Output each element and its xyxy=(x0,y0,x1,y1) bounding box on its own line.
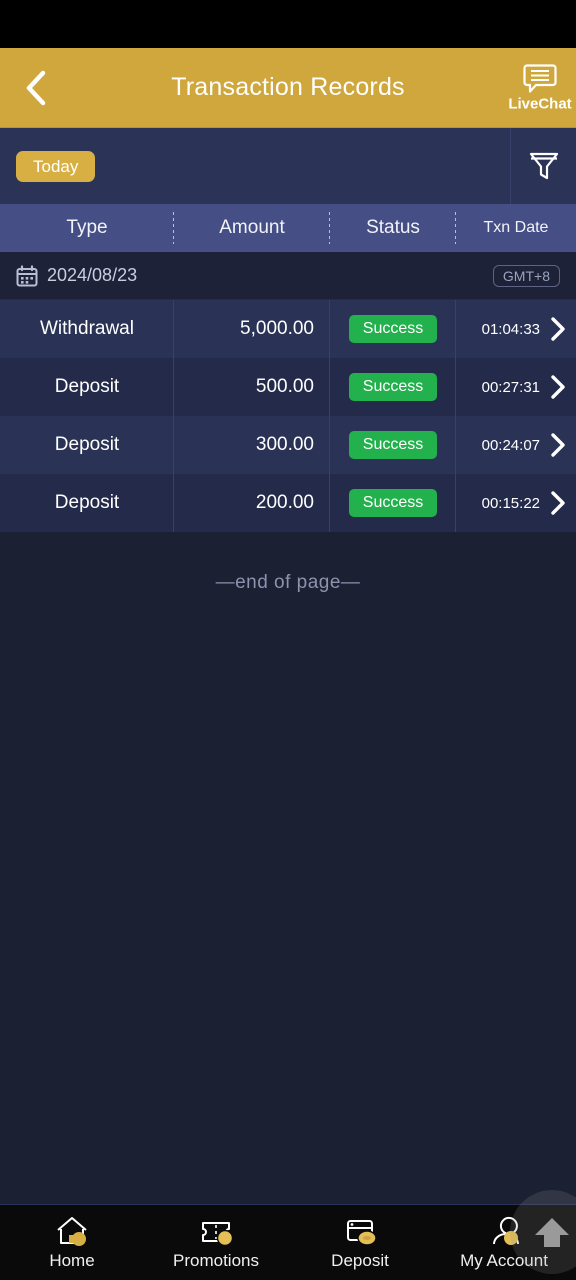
nav-label-promotions: Promotions xyxy=(173,1251,259,1270)
row-type: Withdrawal xyxy=(0,300,174,358)
date-group-label: 2024/08/23 xyxy=(47,265,138,285)
chevron-right-icon[interactable] xyxy=(550,374,566,400)
timezone-badge: GMT+8 xyxy=(492,264,560,287)
chevron-right-icon[interactable] xyxy=(550,432,566,458)
status-badge: Success xyxy=(348,315,438,343)
column-header-amount: Amount xyxy=(174,204,330,252)
date-group-header: 2024/08/23 GMT+8 xyxy=(0,252,576,300)
row-txn-date: 01:04:33 xyxy=(456,300,576,358)
status-bar xyxy=(0,0,576,48)
ticket-coin-icon xyxy=(196,1214,236,1248)
column-header-type-label: Type xyxy=(66,217,108,238)
arrow-up-icon xyxy=(535,1218,569,1247)
status-badge: Success xyxy=(348,489,438,517)
today-filter-chip[interactable]: Today xyxy=(16,150,96,182)
row-txn-date: 00:27:31 xyxy=(456,358,576,416)
row-type-label: Withdrawal xyxy=(40,318,134,339)
table-column-headers: Type Amount Status Txn Date xyxy=(0,204,576,252)
back-button[interactable] xyxy=(0,48,72,128)
table-row[interactable]: Deposit 500.00 Success 00:27:31 xyxy=(0,358,576,416)
row-type: Deposit xyxy=(0,358,174,416)
end-of-page-label: —end of page— xyxy=(215,572,361,593)
row-amount-label: 500.00 xyxy=(255,376,314,397)
row-type: Deposit xyxy=(0,474,174,532)
row-time-label: 01:04:33 xyxy=(481,320,540,338)
row-type-label: Deposit xyxy=(54,434,120,455)
filter-bar: Today xyxy=(0,128,576,204)
row-time-label: 00:27:31 xyxy=(481,378,540,396)
funnel-icon xyxy=(529,152,558,180)
home-icon xyxy=(52,1214,92,1248)
status-badge: Success xyxy=(348,431,438,459)
table-row[interactable]: Withdrawal 5,000.00 Success 01:04:33 xyxy=(0,300,576,358)
nav-label-home: Home xyxy=(49,1251,95,1270)
row-status: Success xyxy=(330,358,456,416)
card-coin-icon xyxy=(340,1214,380,1248)
row-amount: 200.00 xyxy=(174,474,330,532)
chat-bubble-icon xyxy=(523,63,557,93)
row-type-label: Deposit xyxy=(54,492,120,513)
row-type-label: Deposit xyxy=(54,376,120,397)
chevron-right-icon[interactable] xyxy=(550,316,566,342)
row-time-label: 00:15:22 xyxy=(481,494,540,512)
livechat-button[interactable]: LiveChat xyxy=(498,63,576,112)
chevron-right-icon[interactable] xyxy=(550,490,566,516)
row-type: Deposit xyxy=(0,416,174,474)
nav-item-home[interactable]: Home xyxy=(0,1205,144,1280)
status-badge: Success xyxy=(348,373,438,401)
nav-item-promotions[interactable]: Promotions xyxy=(144,1205,288,1280)
column-header-amount-label: Amount xyxy=(219,217,285,238)
row-amount: 5,000.00 xyxy=(174,300,330,358)
column-header-status: Status xyxy=(330,204,456,252)
row-txn-date: 00:24:07 xyxy=(456,416,576,474)
row-amount: 500.00 xyxy=(174,358,330,416)
row-amount-label: 300.00 xyxy=(255,434,314,455)
filter-button[interactable] xyxy=(510,128,576,204)
bottom-navigation: Home Promotions Deposit My Account xyxy=(0,1190,576,1280)
table-row[interactable]: Deposit 200.00 Success 00:15:22 xyxy=(0,474,576,532)
row-txn-date: 00:15:22 xyxy=(456,474,576,532)
column-header-status-label: Status xyxy=(366,217,420,238)
nav-item-deposit[interactable]: Deposit xyxy=(288,1205,432,1280)
app-header: Transaction Records LiveChat xyxy=(0,48,576,128)
row-amount-label: 5,000.00 xyxy=(240,318,314,339)
row-time-label: 00:24:07 xyxy=(481,436,540,454)
nav-label-deposit: Deposit xyxy=(331,1251,389,1270)
page-title: Transaction Records xyxy=(171,73,405,101)
calendar-icon xyxy=(16,264,38,286)
column-header-txn-date-label: Txn Date xyxy=(483,219,549,236)
chevron-left-icon xyxy=(26,70,46,105)
row-amount: 300.00 xyxy=(174,416,330,474)
column-header-txn-date: Txn Date xyxy=(456,204,576,252)
row-amount-label: 200.00 xyxy=(255,492,314,513)
column-header-type: Type xyxy=(0,204,174,252)
livechat-label: LiveChat xyxy=(508,95,572,112)
table-row[interactable]: Deposit 300.00 Success 00:24:07 xyxy=(0,416,576,474)
app-screen: Transaction Records LiveChat Today Type xyxy=(0,0,576,1280)
row-status: Success xyxy=(330,300,456,358)
row-status: Success xyxy=(330,474,456,532)
row-status: Success xyxy=(330,416,456,474)
